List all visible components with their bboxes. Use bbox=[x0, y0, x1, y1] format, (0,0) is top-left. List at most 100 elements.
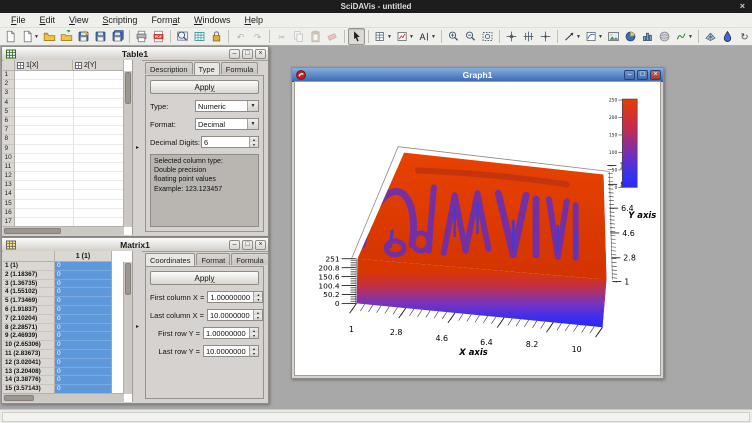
matrix-row-header[interactable]: 12 (3.02041) bbox=[3, 359, 55, 368]
erase-button[interactable] bbox=[324, 28, 341, 45]
table-cell[interactable] bbox=[74, 135, 124, 144]
matrix1-maximize-button[interactable]: □ bbox=[242, 240, 253, 250]
sphere-3d-button[interactable] bbox=[656, 28, 673, 45]
save-template-button[interactable] bbox=[109, 28, 126, 45]
matrix-cell[interactable]: 0 bbox=[55, 271, 112, 280]
matrix-row-header[interactable]: 2 (1.18367) bbox=[3, 271, 55, 280]
graph1-maximize-button[interactable]: □ bbox=[637, 70, 648, 80]
surface-mesh-3d-button[interactable] bbox=[702, 28, 719, 45]
matrix-tab-formula[interactable]: Formula bbox=[231, 253, 269, 265]
matrix-row-header[interactable]: 11 (2.83673) bbox=[3, 350, 55, 359]
matrix-tab-coordinates[interactable]: Coordinates bbox=[145, 253, 195, 266]
table1-minimize-button[interactable]: – bbox=[229, 49, 240, 59]
add-function-button[interactable]: ▼ bbox=[583, 28, 605, 45]
table-cell[interactable] bbox=[74, 117, 124, 126]
table-panel-collapse-handle[interactable]: ▸ bbox=[133, 60, 142, 235]
graph1-titlebar[interactable]: Graph1 – □ × bbox=[292, 68, 663, 82]
matrix-row-header[interactable]: 5 (1.73469) bbox=[3, 297, 55, 306]
table-cell[interactable] bbox=[15, 117, 74, 126]
table-cell[interactable] bbox=[15, 135, 74, 144]
matrix-row-header[interactable]: 6 (1.91837) bbox=[3, 306, 55, 315]
matrix-row-header[interactable]: 13 (3.20408) bbox=[3, 368, 55, 377]
matrix-cell[interactable]: 0 bbox=[55, 368, 112, 377]
matrix-cell[interactable]: 0 bbox=[55, 306, 112, 315]
scrollbar-thumb[interactable] bbox=[125, 72, 131, 104]
table-cell[interactable] bbox=[74, 200, 124, 209]
matrix-cell[interactable]: 0 bbox=[55, 376, 112, 385]
table-cell[interactable] bbox=[15, 209, 74, 218]
chevron-down-icon[interactable]: ▼ bbox=[247, 119, 258, 129]
draw-arrow-button[interactable]: ▼ bbox=[561, 28, 583, 45]
row-number[interactable]: 10 bbox=[3, 154, 15, 163]
matrix-cell[interactable]: 0 bbox=[55, 315, 112, 324]
menu-file[interactable]: File bbox=[4, 15, 33, 25]
decimal-digits-stepper[interactable]: 6 ▴▾ bbox=[201, 136, 259, 148]
table-cell[interactable] bbox=[74, 126, 124, 135]
text-tool-button[interactable]: A▼ bbox=[416, 28, 438, 45]
paste-button[interactable] bbox=[307, 28, 324, 45]
format-select[interactable]: Decimal ▼ bbox=[195, 118, 259, 130]
zoom-out-button[interactable] bbox=[462, 28, 479, 45]
window-titlebar[interactable]: SciDAVis - untitled × bbox=[0, 0, 752, 13]
rotate-3d-button[interactable]: ↻ bbox=[736, 28, 752, 45]
matrix-row-header[interactable]: 3 (1.36735) bbox=[3, 280, 55, 289]
row-number[interactable]: 12 bbox=[3, 172, 15, 181]
table-cell[interactable] bbox=[15, 89, 74, 98]
matrix-row-header[interactable]: 1 (1) bbox=[3, 262, 55, 271]
table-tab-description[interactable]: Description bbox=[145, 62, 193, 74]
scrollbar-thumb[interactable] bbox=[125, 263, 131, 295]
menu-help[interactable]: Help bbox=[237, 15, 270, 25]
matrix-row-header[interactable]: 14 (3.38776) bbox=[3, 376, 55, 385]
row-number[interactable]: 16 bbox=[3, 209, 15, 218]
row-number[interactable]: 3 bbox=[3, 89, 15, 98]
move-points-button[interactable] bbox=[537, 28, 554, 45]
spin-down-icon[interactable]: ▾ bbox=[250, 333, 258, 338]
matrix-cell[interactable]: 0 bbox=[55, 280, 112, 289]
curve-fit-button[interactable]: ▼ bbox=[673, 28, 695, 45]
matrix-row-header[interactable]: 9 (2.46939) bbox=[3, 332, 55, 341]
print-button[interactable] bbox=[133, 28, 150, 45]
matrix1-close-button[interactable]: × bbox=[255, 240, 266, 250]
table-cell[interactable] bbox=[15, 108, 74, 117]
graph1-minimize-button[interactable]: – bbox=[624, 70, 635, 80]
row-number[interactable]: 4 bbox=[3, 99, 15, 108]
import-ascii-button[interactable] bbox=[58, 28, 75, 45]
table-cell[interactable] bbox=[74, 163, 124, 172]
table-cell[interactable] bbox=[74, 172, 124, 181]
matrix-cell[interactable]: 0 bbox=[55, 332, 112, 341]
matrix-cell[interactable]: 0 bbox=[55, 324, 112, 333]
row-number[interactable]: 15 bbox=[3, 200, 15, 209]
scrollbar-thumb[interactable] bbox=[4, 395, 34, 401]
add-image-button[interactable] bbox=[605, 28, 622, 45]
table-cell[interactable] bbox=[15, 99, 74, 108]
spin-down-icon[interactable]: ▾ bbox=[254, 315, 262, 320]
save-note-button[interactable] bbox=[75, 28, 92, 45]
zoom-in-button[interactable] bbox=[445, 28, 462, 45]
row-number[interactable]: 8 bbox=[3, 135, 15, 144]
project-explorer-button[interactable] bbox=[174, 28, 191, 45]
table-tab-type[interactable]: Type bbox=[194, 62, 220, 75]
undo-button[interactable]: ↶ bbox=[232, 28, 249, 45]
spin-down-icon[interactable]: ▾ bbox=[250, 351, 258, 356]
cut-button[interactable]: ✂ bbox=[273, 28, 290, 45]
data-reader-button[interactable] bbox=[503, 28, 520, 45]
results-log-button[interactable] bbox=[191, 28, 208, 45]
table1-maximize-button[interactable]: □ bbox=[242, 49, 253, 59]
row-number[interactable]: 9 bbox=[3, 145, 15, 154]
table-cell[interactable] bbox=[74, 145, 124, 154]
graph1-close-button[interactable]: × bbox=[650, 70, 661, 80]
menu-scripting[interactable]: Scripting bbox=[95, 15, 144, 25]
table-cell[interactable] bbox=[15, 71, 74, 80]
table-cell[interactable] bbox=[74, 89, 124, 98]
table-tab-formula[interactable]: Formula bbox=[221, 62, 259, 74]
matrix-row-header[interactable]: 8 (2.28571) bbox=[3, 324, 55, 333]
matrix-column-header[interactable]: 1 (1) bbox=[55, 251, 112, 262]
copy-button[interactable] bbox=[290, 28, 307, 45]
plot-tool-button[interactable]: ▼ bbox=[394, 28, 416, 45]
apply-button[interactable]: Apply bbox=[150, 80, 259, 94]
matrix-cell[interactable]: 0 bbox=[55, 262, 112, 271]
coordinate-field-input[interactable]: 10.0000000▴▾ bbox=[203, 345, 259, 357]
export-pdf-button[interactable]: PDF bbox=[150, 28, 167, 45]
matrix-panel-collapse-handle[interactable]: ▸ bbox=[133, 251, 142, 402]
table-cell[interactable] bbox=[74, 190, 124, 199]
